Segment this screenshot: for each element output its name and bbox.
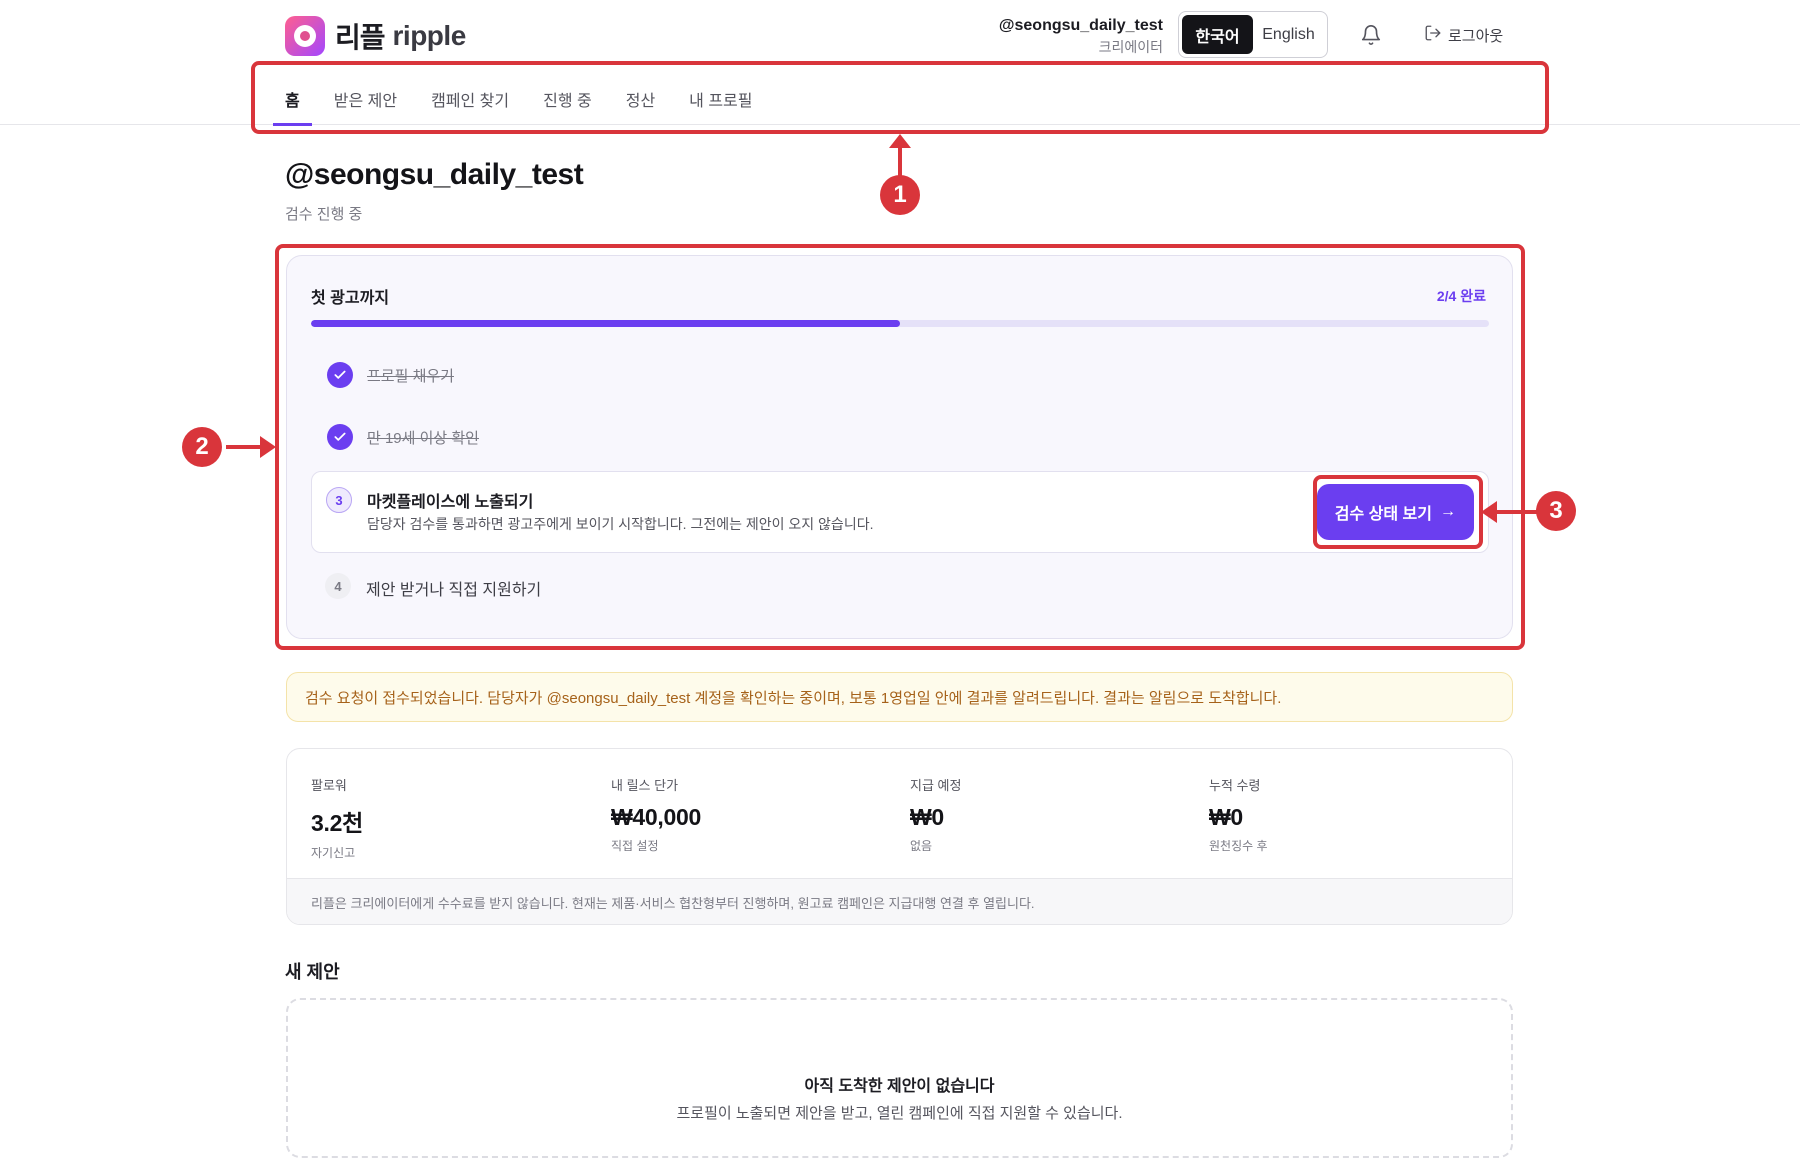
language-english-button[interactable]: English	[1253, 15, 1324, 54]
empty-state-title: 아직 도착한 제안이 없습니다	[804, 1078, 995, 1095]
page-title: @seongsu_daily_test	[285, 158, 584, 191]
annotation-box-1	[251, 61, 1549, 134]
stat-value: 3.2천	[311, 810, 363, 836]
annotation-box-2	[275, 244, 1525, 650]
stats-panel: 팔로워 3.2천 자기신고 내 릴스 단가 ₩40,000 직접 설정 지급 예…	[286, 748, 1513, 925]
bell-icon[interactable]	[1360, 24, 1382, 46]
language-toggle: 한국어 English	[1178, 11, 1328, 58]
empty-state-description: 프로필이 노출되면 제안을 받고, 열린 캠페인에 직접 지원할 수 있습니다.	[676, 1105, 1123, 1122]
review-notice: 검수 요청이 접수되었습니다. 담당자가 @seongsu_daily_test…	[286, 672, 1513, 722]
logout-button[interactable]: 로그아웃	[1424, 24, 1503, 46]
stat-note: 원천징수 후	[1209, 839, 1268, 853]
new-offers-empty-state: 아직 도착한 제안이 없습니다 프로필이 노출되면 제안을 받고, 열린 캠페인…	[286, 998, 1513, 1158]
annotation-arrow-1	[889, 134, 911, 176]
stat-scheduled-payment: 지급 예정 ₩0 없음	[910, 775, 961, 854]
stat-value: ₩0	[910, 804, 944, 830]
stat-total-received: 누적 수령 ₩0 원천징수 후	[1209, 775, 1268, 854]
stat-label: 누적 수령	[1209, 778, 1261, 793]
user-role: 크리에이터	[1098, 39, 1163, 55]
stat-note: 직접 설정	[611, 839, 659, 853]
stat-label: 팔로워	[311, 778, 347, 793]
annotation-badge-3: 3	[1536, 491, 1576, 531]
logout-icon	[1424, 24, 1448, 46]
new-offers-title: 새 제안	[285, 962, 340, 982]
stat-value: ₩0	[1209, 804, 1243, 830]
logo-name-en: ripple	[392, 20, 467, 51]
stat-value: ₩40,000	[611, 804, 701, 830]
annotation-badge-1: 1	[880, 175, 920, 215]
user-info: @seongsu_daily_test 크리에이터	[999, 16, 1163, 56]
annotation-box-3	[1313, 475, 1483, 549]
stat-reels-rate: 내 릴스 단가 ₩40,000 직접 설정	[611, 775, 701, 854]
language-korean-button[interactable]: 한국어	[1182, 15, 1253, 54]
stat-note: 자기신고	[311, 846, 356, 860]
stat-note: 없음	[910, 839, 933, 853]
logo-name-ko: 리플	[335, 22, 386, 53]
user-handle: @seongsu_daily_test	[998, 17, 1163, 34]
stat-label: 내 릴스 단가	[611, 778, 679, 793]
stat-label: 지급 예정	[910, 778, 962, 793]
stats-footer-note: 리플은 크리에이터에게 수수료를 받지 않습니다. 현재는 제품·서비스 협찬형…	[287, 878, 1512, 924]
annotation-arrow-2	[226, 436, 276, 458]
logo-mark-icon	[285, 16, 325, 56]
stat-followers: 팔로워 3.2천 자기신고	[311, 775, 363, 861]
logo[interactable]: 리플 ripple	[285, 16, 466, 56]
logout-label: 로그아웃	[1448, 27, 1504, 45]
page-subtitle: 검수 진행 중	[285, 206, 363, 223]
annotation-arrow-3	[1481, 501, 1537, 523]
annotation-badge-2: 2	[182, 427, 222, 467]
